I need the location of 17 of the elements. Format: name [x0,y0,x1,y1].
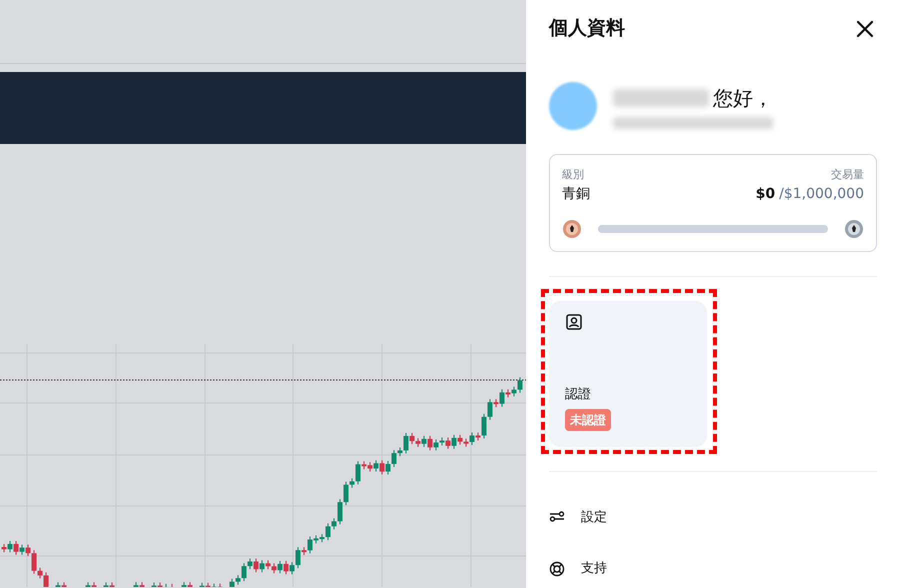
end-medal-icon [844,218,864,238]
volume-target: /$1,000,000 [779,184,864,204]
panel-title: 個人資料 [549,16,625,41]
volume-value: $0 [756,184,776,204]
tier-value: 青銅 [562,184,590,204]
tier-label: 級別 [562,167,584,183]
avatar [549,82,597,130]
greeting-text: 您好， [713,85,773,112]
start-medal-icon [562,218,582,238]
status-badge: 未認證 [565,408,611,430]
lifebuoy-icon [549,560,565,577]
settings-item[interactable]: 設定 [549,508,877,527]
id-card-icon [565,312,583,330]
volume-label: 交易量 [831,167,864,183]
verification-title: 認證 [565,386,592,404]
support-item[interactable]: 支持 [549,559,877,578]
verification-card[interactable]: 認證 未認證 [549,300,707,446]
